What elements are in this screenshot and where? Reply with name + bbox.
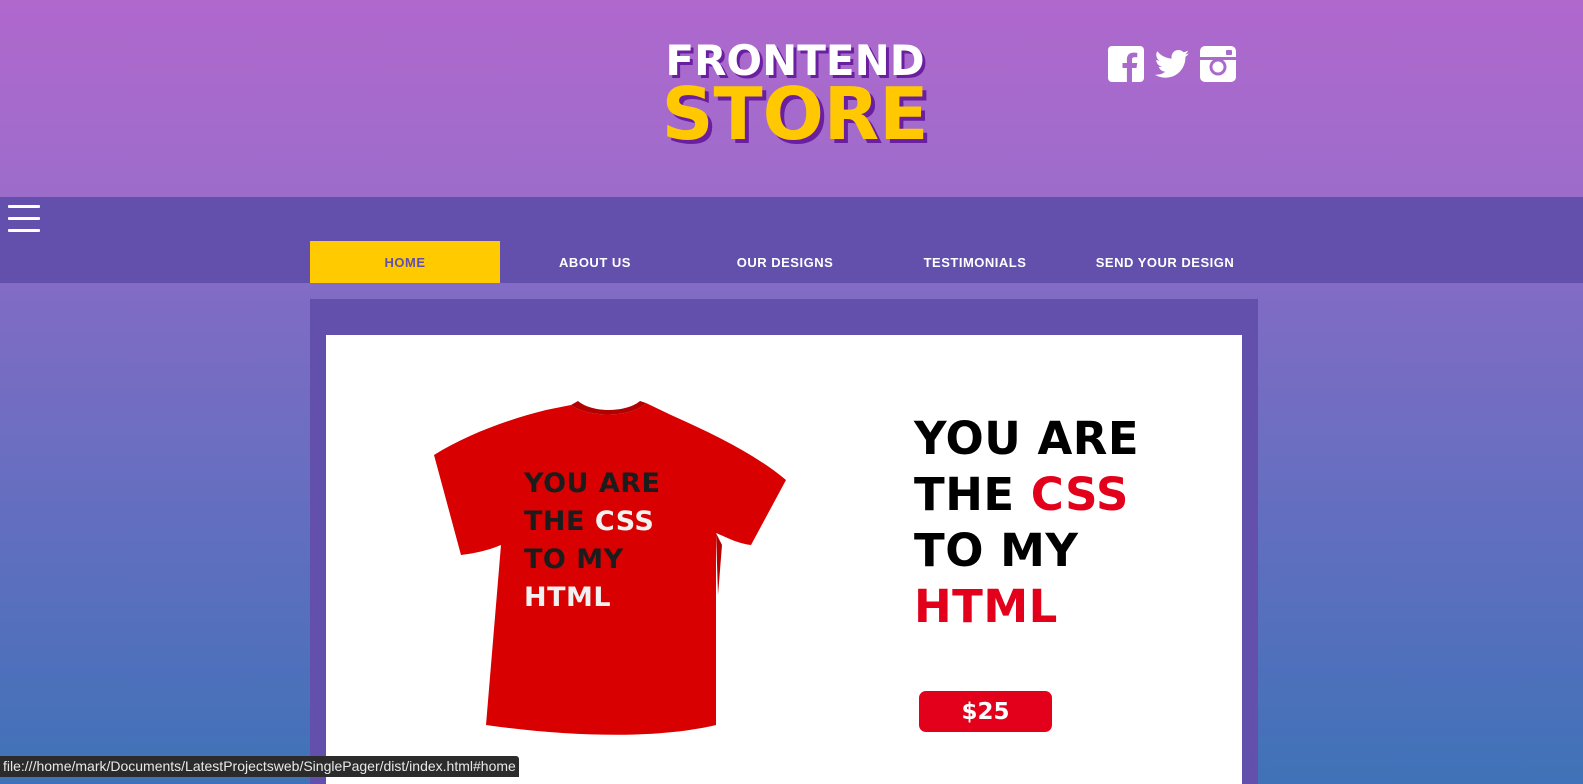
shirt-print-line3: TO MY (524, 544, 624, 575)
logo-line-store: STORE (661, 72, 929, 156)
slogan-the: THE (914, 468, 1015, 521)
social-links (1108, 46, 1236, 82)
nav-menu: HOME ABOUT US OUR DESIGNS TESTIMONIALS S… (310, 241, 1260, 283)
nav-item-home[interactable]: HOME (310, 241, 500, 283)
nav-item-testimonials[interactable]: TESTIMONIALS (880, 241, 1070, 283)
hamburger-menu-icon[interactable] (8, 205, 40, 233)
browser-status-bar: file:///home/mark/Documents/LatestProjec… (0, 756, 519, 777)
site-logo[interactable]: FRONTEND STORE (655, 40, 935, 156)
nav-item-our-designs[interactable]: OUR DESIGNS (690, 241, 880, 283)
nav-item-send-your-design[interactable]: SEND YOUR DESIGN (1070, 241, 1260, 283)
slogan-line1: YOU ARE (914, 412, 1140, 465)
slogan-css: CSS (1030, 468, 1129, 521)
facebook-icon[interactable] (1108, 46, 1144, 82)
twitter-icon[interactable] (1154, 46, 1190, 82)
shirt-print-html: HTML (524, 582, 612, 613)
main-navbar: HOME ABOUT US OUR DESIGNS TESTIMONIALS S… (0, 197, 1583, 283)
slogan-line3: TO MY (914, 524, 1079, 577)
product-slogan: YOU ARE THE CSS TO MY HTML (914, 411, 1139, 635)
site-header: FRONTEND STORE (0, 0, 1583, 197)
shirt-print-the: THE (524, 506, 585, 537)
slogan-html: HTML (914, 580, 1058, 633)
shirt-print-line1: YOU ARE (524, 468, 661, 499)
tshirt-print-text: YOU ARE THE CSS TO MY HTML (524, 465, 661, 617)
product-card: YOU ARE THE CSS TO MY HTML YOU ARE THE C… (326, 335, 1242, 784)
nav-item-about-us[interactable]: ABOUT US (500, 241, 690, 283)
price-button[interactable]: $25 (919, 691, 1052, 732)
instagram-icon[interactable] (1200, 46, 1236, 82)
shirt-print-css: CSS (594, 506, 655, 537)
